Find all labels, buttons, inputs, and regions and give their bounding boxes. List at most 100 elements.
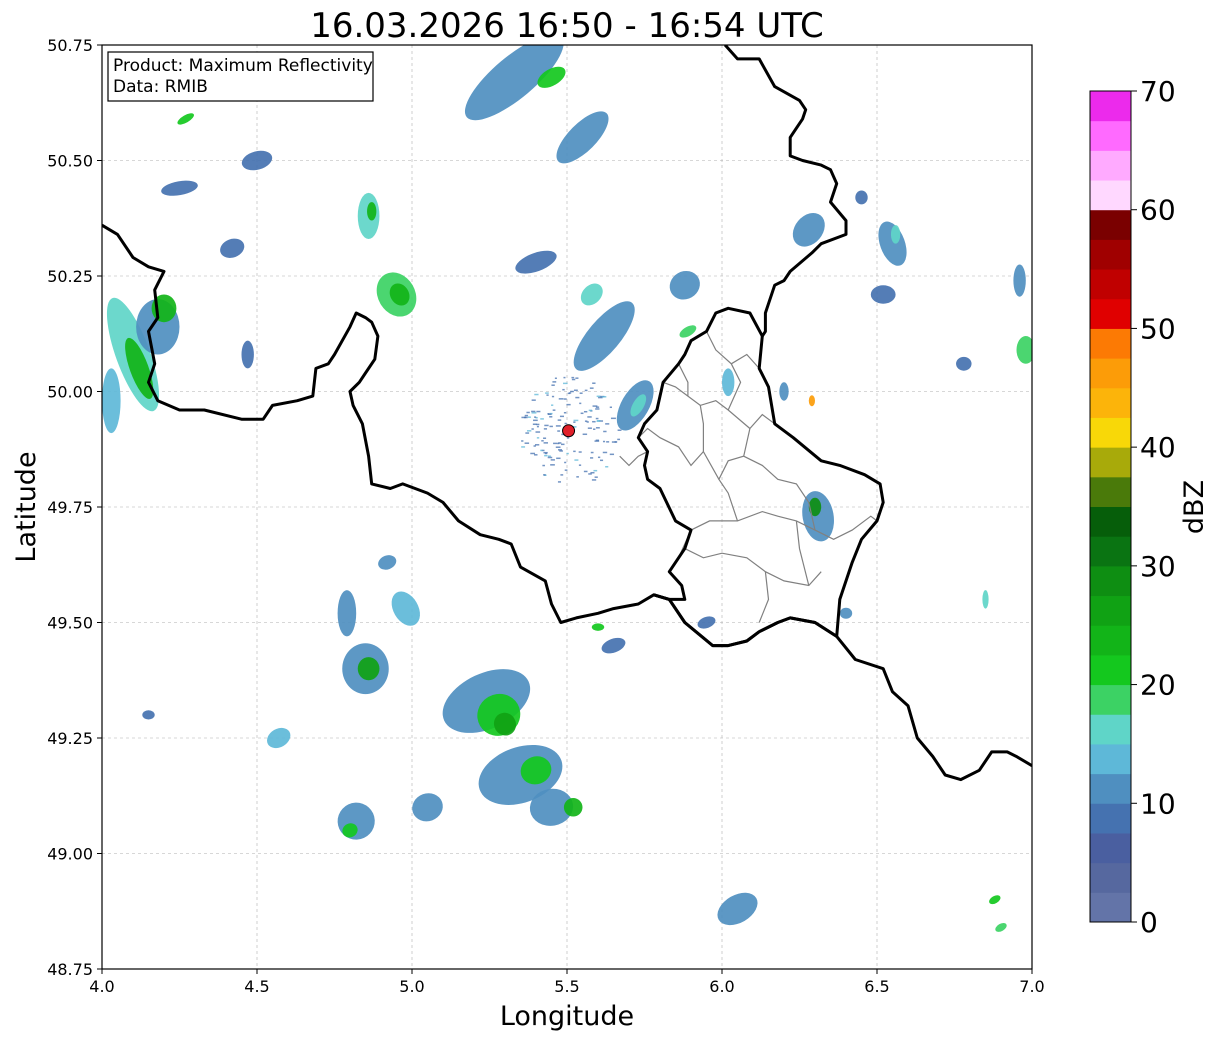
radar-site-dot: [562, 424, 576, 438]
colorbar-segment: [1090, 536, 1131, 567]
y-tick-label: 49.25: [47, 729, 93, 748]
clutter-speck: [544, 452, 548, 455]
colorbar-segment: [1090, 892, 1131, 923]
clutter-speck: [536, 425, 539, 428]
x-tick-label: 7.0: [1019, 977, 1044, 996]
x-tick-label: 4.5: [244, 977, 269, 996]
clutter-speck: [546, 394, 549, 396]
clutter-speck: [555, 425, 561, 427]
clutter-speck: [603, 430, 607, 433]
clutter-speck: [541, 440, 544, 442]
clutter-speck: [575, 396, 580, 399]
clutter-speck: [551, 384, 555, 386]
clutter-speck: [526, 411, 530, 414]
clutter-speck: [527, 416, 531, 418]
radar-echo: [808, 395, 816, 407]
clutter-speck: [563, 411, 567, 414]
y-axis-label: Latitude: [11, 451, 42, 562]
clutter-speck: [536, 410, 541, 413]
clutter-speck: [599, 459, 604, 462]
clutter-speck: [587, 427, 592, 429]
clutter-speck: [544, 424, 549, 427]
radar-echo: [722, 368, 735, 397]
clutter-speck: [524, 414, 529, 417]
colorbar-segment: [1090, 654, 1131, 686]
radar-echo: [982, 590, 989, 609]
y-tick-label: 50.75: [47, 36, 93, 55]
clutter-speck: [560, 474, 564, 476]
clutter-speck: [605, 465, 609, 468]
colorbar-segment: [1090, 625, 1131, 656]
clutter-speck: [543, 437, 547, 439]
clutter-speck: [552, 409, 556, 411]
clutter-speck: [568, 392, 572, 394]
clutter-speck: [524, 442, 530, 444]
x-tick-label: 5.0: [399, 977, 424, 996]
clutter-speck: [586, 421, 589, 423]
clutter-speck: [578, 464, 582, 466]
radar-echo: [367, 202, 377, 221]
colorbar-segment: [1090, 180, 1131, 211]
clutter-speck: [561, 443, 565, 446]
clutter-speck: [531, 412, 537, 414]
x-tick-label: 6.0: [709, 977, 734, 996]
clutter-speck: [526, 430, 532, 432]
clutter-speck: [543, 428, 548, 430]
clutter-speck: [580, 412, 584, 415]
clutter-speck: [551, 404, 554, 406]
info-box: Product: Maximum Reflectivity Data: RMIB: [107, 51, 374, 102]
clutter-speck: [590, 457, 594, 459]
colorbar-tick-label: 60: [1140, 194, 1176, 227]
clutter-speck: [543, 474, 546, 476]
radar-echo: [890, 225, 901, 244]
clutter-speck: [601, 396, 607, 398]
clutter-speck: [563, 382, 568, 385]
clutter-speck: [588, 409, 593, 412]
colorbar-segment: [1090, 387, 1131, 418]
colorbar-segment: [1090, 150, 1131, 181]
clutter-speck: [595, 427, 600, 429]
clutter-speck: [591, 479, 597, 481]
clutter-speck: [594, 476, 598, 478]
radar-echo: [1013, 264, 1026, 297]
clutter-speck: [558, 398, 564, 400]
clutter-speck: [566, 403, 571, 406]
radar-figure: 16.03.2026 16:50 - 16:54 UTC Product: Ma…: [11, 6, 1210, 1032]
clutter-speck: [557, 442, 560, 445]
x-tick-label: 4.0: [89, 977, 114, 996]
clutter-speck: [574, 459, 579, 461]
x-axis-ticks: 4.0 4.5 5.0 5.5 6.0 6.5 7.0: [89, 969, 1045, 996]
clutter-speck: [602, 440, 606, 443]
colorbar: 0 10 20 30 40 50 60 70: [1089, 75, 1176, 939]
colorbar-segment: [1090, 91, 1131, 122]
x-tick-label: 6.5: [864, 977, 889, 996]
colorbar-segment: [1090, 417, 1131, 448]
radar-site-marker: [562, 424, 576, 438]
colorbar-segment: [1090, 714, 1131, 745]
clutter-speck: [534, 454, 538, 456]
clutter-speck: [563, 376, 566, 379]
clutter-speck: [564, 469, 568, 471]
colorbar-segment: [1090, 298, 1131, 329]
clutter-speck: [595, 417, 599, 420]
chart-title: 16.03.2026 16:50 - 16:54 UTC: [310, 6, 824, 46]
radar-echo: [357, 657, 380, 681]
clutter-speck: [566, 452, 569, 455]
clutter-speck: [573, 421, 576, 423]
radar-echo: [591, 623, 605, 631]
y-tick-label: 50.00: [47, 383, 93, 402]
clutter-speck: [595, 406, 600, 408]
clutter-speck: [596, 395, 601, 398]
clutter-speck: [551, 395, 555, 398]
clutter-speck: [536, 437, 540, 439]
colorbar-tick-label: 40: [1140, 431, 1176, 464]
clutter-speck: [584, 389, 588, 392]
y-tick-label: 49.75: [47, 498, 93, 517]
y-tick-label: 49.00: [47, 845, 93, 864]
clutter-speck: [531, 428, 534, 430]
clutter-speck: [550, 464, 555, 466]
clutter-speck: [549, 416, 553, 418]
colorbar-segment: [1090, 269, 1131, 300]
clutter-speck: [540, 449, 543, 452]
clutter-speck: [562, 388, 565, 391]
